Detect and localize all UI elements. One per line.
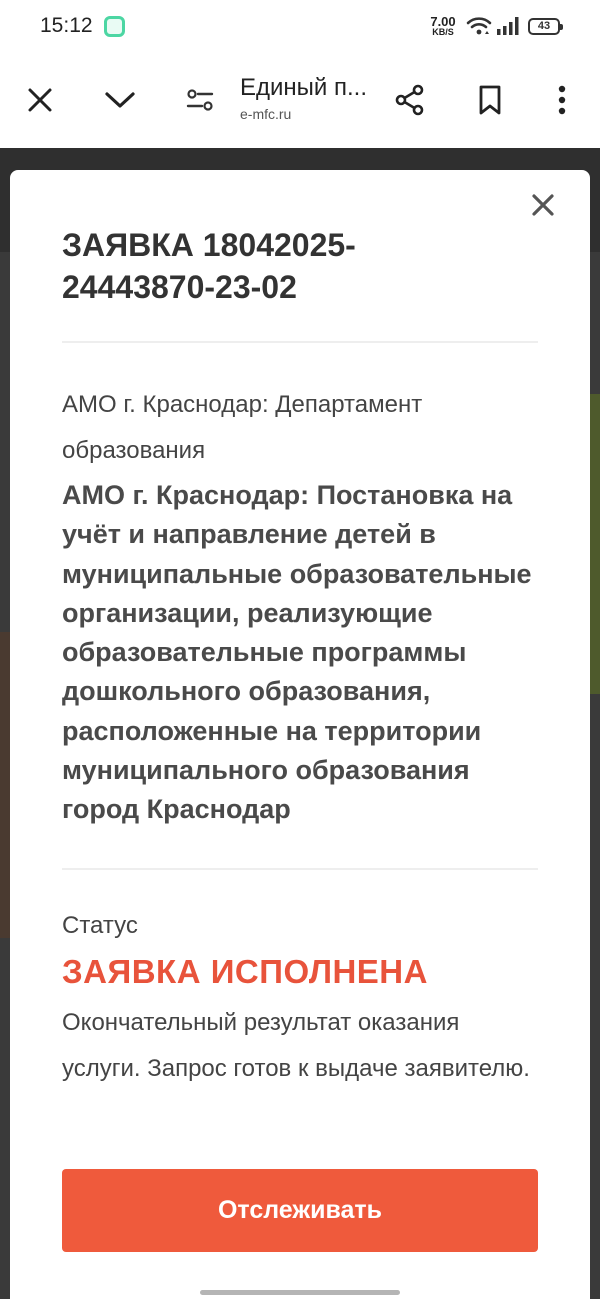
share-icon (395, 84, 424, 116)
status-bar: 15:12 7.00 KB/S 43 (0, 0, 600, 54)
share-button[interactable] (388, 78, 432, 122)
divider (62, 868, 538, 870)
modal-close-button[interactable] (528, 190, 558, 220)
network-speed: 7.00 KB/S (426, 15, 460, 37)
bookmark-button[interactable] (468, 78, 512, 122)
status-value: ЗАЯВКА ИСПОЛНЕНА (62, 953, 428, 990)
network-speed-unit: KB/S (432, 27, 454, 37)
application-number: ЗАЯВКА 18042025-24443870-23-02 (62, 227, 356, 305)
more-vert-icon (558, 85, 566, 115)
notification-app-icon (104, 16, 125, 37)
browser-toolbar: Единый п... e-mfc.ru (0, 54, 600, 148)
status-description: Окончательный результат оказания услуги.… (62, 1009, 530, 1082)
divider (62, 341, 538, 343)
status-label: Статус (62, 912, 138, 939)
wifi-icon (466, 15, 492, 42)
page-domain: e-mfc.ru (240, 106, 292, 122)
more-menu-button[interactable] (540, 78, 584, 122)
close-icon (28, 88, 52, 112)
department-name: АМО г. Краснодар: Департамент образовани… (62, 391, 423, 464)
bookmark-icon (479, 85, 501, 115)
minimize-button[interactable] (98, 78, 142, 122)
page-settings-icon (186, 89, 214, 111)
page-title: Единый п... (240, 74, 367, 101)
close-icon (532, 194, 554, 216)
home-indicator[interactable] (200, 1290, 400, 1295)
chevron-down-icon (105, 92, 135, 108)
close-tab-button[interactable] (18, 78, 62, 122)
signal-icon (496, 16, 520, 41)
battery-icon: 43 (528, 18, 563, 35)
page-settings-button[interactable] (178, 78, 222, 122)
track-button[interactable]: Отслеживать (62, 1169, 538, 1252)
address-bar[interactable]: Единый п... e-mfc.ru (240, 74, 380, 122)
service-name: АМО г. Краснодар: Постановка на учёт и н… (62, 480, 532, 825)
status-time: 15:12 (40, 14, 93, 37)
